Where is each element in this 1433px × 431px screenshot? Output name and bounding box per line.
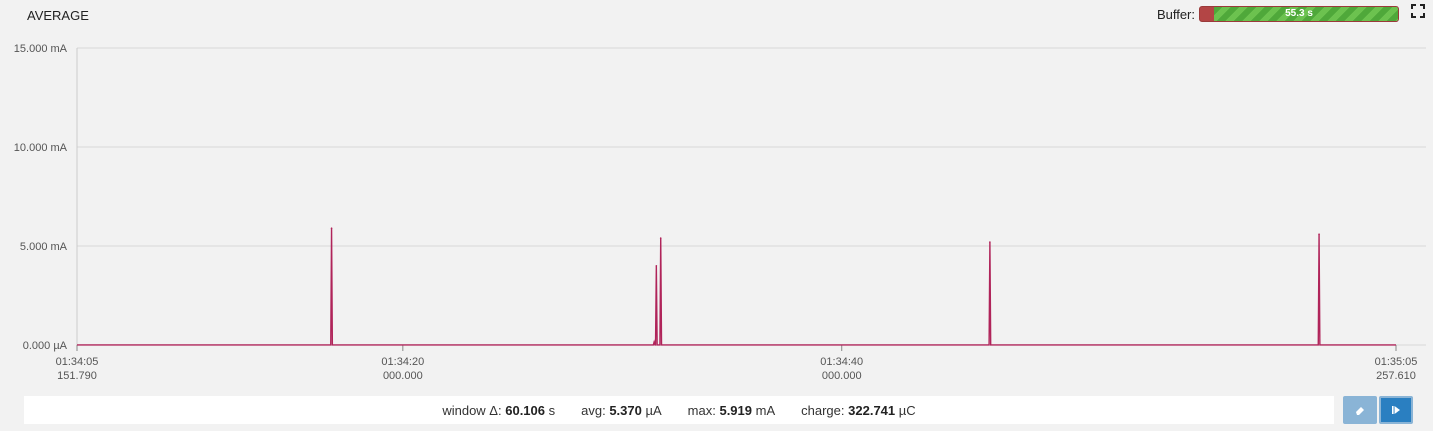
x-tick-sublabel: 257.610 (1376, 370, 1416, 382)
clear-button[interactable] (1343, 396, 1377, 424)
x-tick-sublabel: 151.790 (57, 370, 97, 382)
current-chart[interactable]: 15.000 mA 10.000 mA 5.000 mA 0.000 µA 01:34:… (0, 0, 1433, 390)
y-tick-label: 15.000 mA (14, 43, 68, 55)
play-button[interactable] (1379, 396, 1413, 424)
stat-avg: avg: 5.370 µA (581, 402, 662, 418)
stat-window: window Δ: 60.106 s (442, 402, 556, 418)
spike-point (330, 227, 333, 229)
spike-point (1318, 233, 1320, 235)
x-tick-label: 01:34:20 (381, 356, 424, 368)
x-tick-sublabel: 000.000 (822, 370, 862, 382)
x-tick-sublabel: 000.000 (383, 370, 423, 382)
play-icon (1392, 406, 1400, 414)
spike-point (659, 237, 662, 239)
y-tick-label: 0.000 µA (23, 340, 68, 352)
spike-point (653, 341, 655, 343)
eraser-icon (1356, 407, 1364, 415)
stat-max: max: 5.919 mA (687, 402, 776, 418)
stat-charge: charge: 322.741 µC (801, 402, 916, 418)
x-tick-label: 01:34:40 (820, 356, 863, 368)
spike-point (989, 241, 991, 243)
x-tick-label: 01:35:05 (1375, 356, 1418, 368)
y-tick-label: 5.000 mA (20, 241, 68, 253)
stats-bar: window Δ: 60.106 s avg: 5.370 µA max: 5.… (24, 396, 1334, 424)
y-tick-label: 10.000 mA (14, 142, 68, 154)
x-tick-label: 01:34:05 (56, 356, 99, 368)
spike-point (655, 265, 658, 267)
